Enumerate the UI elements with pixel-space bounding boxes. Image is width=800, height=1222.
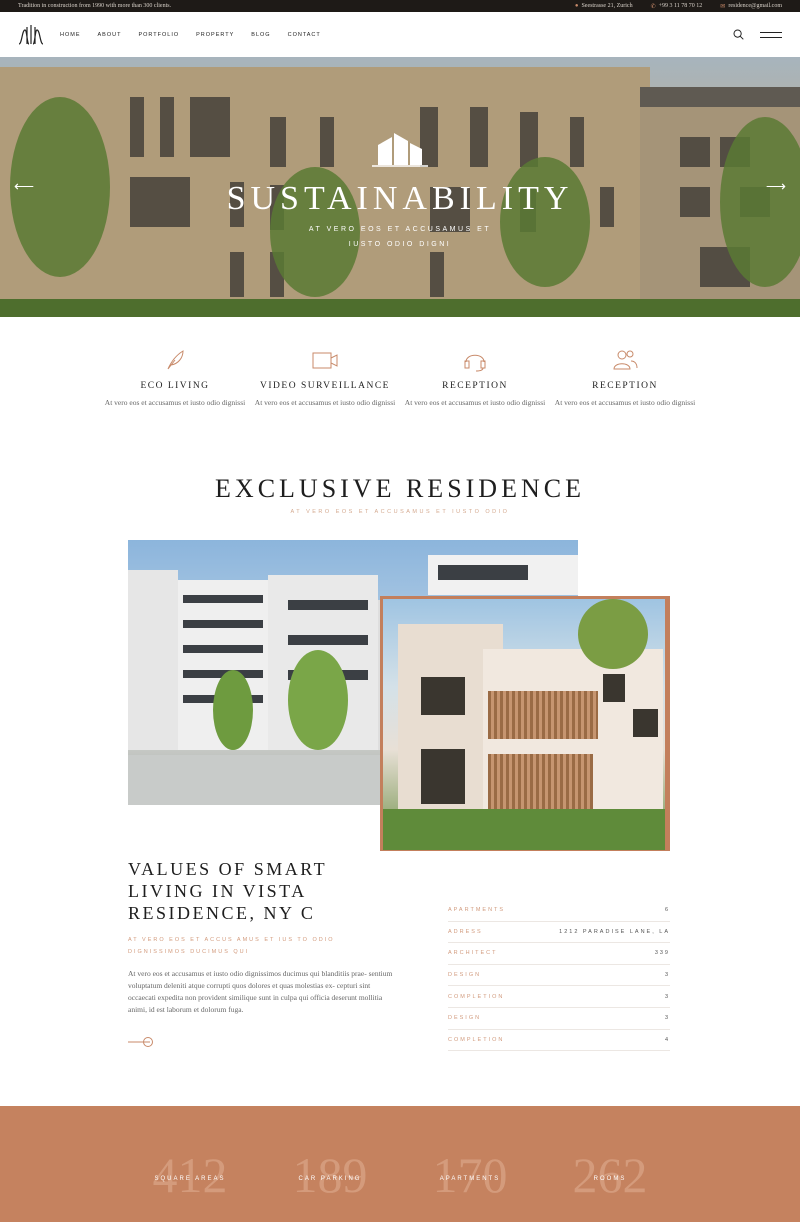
- main-nav: HOME ABOUT PORTFOLIO PROPERTY BLOG CONTA…: [60, 32, 321, 38]
- users-icon: [613, 350, 638, 370]
- feature-item: RECEPTION At vero eos et accusamus et iu…: [400, 345, 550, 408]
- spec-key: COMPLETION: [448, 993, 505, 1000]
- nav-property[interactable]: PROPERTY: [196, 32, 234, 38]
- stat-label: ROOMS: [593, 1176, 627, 1182]
- address-item: ● Seestrasse 21, Zurich: [575, 3, 633, 10]
- stat-label: APARTMENTS: [439, 1176, 501, 1182]
- logo[interactable]: [18, 24, 44, 46]
- nav-contact[interactable]: CONTACT: [288, 32, 321, 38]
- spec-value: 3: [664, 993, 670, 1000]
- stat-number: 189: [292, 1147, 368, 1203]
- spec-value: 6: [664, 907, 670, 914]
- spec-row: ADRESS 1212 PARADISE LANE, LA: [448, 922, 670, 944]
- stat-number: 170: [432, 1147, 508, 1203]
- nav-blog[interactable]: BLOG: [251, 32, 270, 38]
- arrow-right-icon[interactable]: [128, 1036, 154, 1048]
- feature-title: RECEPTION: [442, 381, 508, 391]
- stat-item: 262 ROOMS: [540, 1106, 680, 1222]
- spec-key: ADRESS: [448, 928, 483, 935]
- location-pin-icon: ●: [574, 3, 579, 9]
- spec-key: DESIGN: [448, 972, 482, 979]
- feature-item: VIDEO SURVEILLANCE At vero eos et accusa…: [250, 345, 400, 408]
- phone-text[interactable]: +99 3 11 78 70 12: [659, 3, 703, 9]
- feature-title: VIDEO SURVEILLANCE: [260, 381, 390, 391]
- spec-row: ARCHITECT 339: [448, 943, 670, 965]
- features-row: ECO LIVING At vero eos et accusamus et i…: [0, 345, 800, 408]
- spec-row: DESIGN 3: [448, 965, 670, 987]
- spec-row: APARTMENTS 6: [448, 900, 670, 922]
- hero-subtitle: AT VERO EOS ET ACCUSAMUS ET IUSTO ODIO D…: [0, 222, 800, 252]
- email-item[interactable]: ✉ residence@gmail.com: [720, 3, 782, 10]
- menu-icon[interactable]: [760, 31, 782, 38]
- section-title: EXCLUSIVE RESIDENCE: [215, 474, 585, 503]
- feature-title: RECEPTION: [592, 381, 658, 391]
- building-logo-icon: [372, 133, 428, 167]
- hero-caption: SUSTAINABILITY AT VERO EOS ET ACCUSAMUS …: [0, 129, 800, 252]
- feature-text: At vero eos et accusamus et iusto odio d…: [254, 398, 396, 407]
- feature-title: ECO LIVING: [140, 381, 210, 391]
- stat-number: 262: [572, 1147, 648, 1203]
- hero-subtitle-line1: AT VERO EOS ET ACCUSAMUS ET: [308, 226, 492, 233]
- property-specs: APARTMENTS 6 ADRESS 1212 PARADISE LANE, LA…: [448, 900, 670, 1052]
- spec-value: 1212 PARADISE LANE, LA: [559, 928, 670, 935]
- phone-icon: ✆: [650, 3, 656, 10]
- stat-label: SQUARE AREAS: [154, 1176, 226, 1182]
- spec-value: 3: [664, 1015, 670, 1022]
- stat-item: 189 CAR PARKING: [260, 1106, 400, 1222]
- site-header: HOME ABOUT PORTFOLIO PROPERTY BLOG CONTA…: [0, 12, 800, 57]
- stat-label: CAR PARKING: [298, 1176, 362, 1182]
- spec-value: 339: [654, 950, 670, 957]
- address-text: Seestrasse 21, Zurich: [581, 3, 633, 9]
- top-bar: Tradition in construction from 1990 with…: [0, 0, 800, 12]
- nav-about[interactable]: ABOUT: [98, 32, 122, 38]
- feature-item: ECO LIVING At vero eos et accusamus et i…: [100, 345, 250, 408]
- feature-text: At vero eos et accusamus et iusto odio d…: [404, 398, 546, 407]
- spec-key: COMPLETION: [448, 1036, 505, 1043]
- spec-key: ARCHITECT: [448, 950, 498, 957]
- email-text[interactable]: residence@gmail.com: [728, 3, 782, 9]
- hero-subtitle-line2: IUSTO ODIO DIGNI: [348, 241, 452, 248]
- spec-value: 3: [664, 972, 670, 979]
- spec-key: APARTMENTS: [448, 907, 506, 914]
- camera-icon: [312, 352, 338, 369]
- spec-row: COMPLETION 4: [448, 1030, 670, 1052]
- stat-number: 412: [152, 1147, 228, 1203]
- values-text: At vero eos et accusamus et iusto odio d…: [128, 969, 393, 1014]
- feature-item: RECEPTION At vero eos et accusamus et iu…: [550, 345, 700, 408]
- nav-portfolio[interactable]: PORTFOLIO: [138, 32, 179, 38]
- hero-title: SUSTAINABILITY: [226, 180, 574, 217]
- spec-row: COMPLETION 3: [448, 986, 670, 1008]
- stat-item: 170 APARTMENTS: [400, 1106, 540, 1222]
- spec-key: DESIGN: [448, 1015, 482, 1022]
- nav-home[interactable]: HOME: [60, 32, 81, 38]
- spec-value: 4: [664, 1036, 670, 1043]
- mail-icon: ✉: [720, 3, 726, 10]
- search-icon[interactable]: [733, 29, 744, 40]
- section-subtitle: AT VERO EOS ET ACCUSAMUS ET IUSTO ODIO: [290, 509, 510, 515]
- headset-icon: [464, 354, 486, 372]
- hero-slider: ⟵ ⟶ SUSTAINABILITY AT VERO EOS ET ACCUSA…: [0, 57, 800, 317]
- feature-text: At vero eos et accusamus et iusto odio d…: [104, 398, 246, 407]
- stat-item: 412 SQUARE AREAS: [120, 1106, 260, 1222]
- residence-image-small: [383, 599, 665, 850]
- feature-text: At vero eos et accusamus et iusto odio d…: [554, 398, 696, 407]
- header-actions: [733, 29, 782, 40]
- phone-item[interactable]: ✆ +99 3 11 78 70 12: [651, 3, 703, 10]
- feather-icon: [167, 350, 184, 370]
- values-title: VALUES OF SMART LIVING IN VISTA RESIDENC…: [128, 859, 327, 923]
- contact-info: ● Seestrasse 21, Zurich ✆ +99 3 11 78 70 1…: [575, 3, 782, 10]
- stats-band: 412 SQUARE AREAS 189 CAR PARKING 170 APA…: [0, 1106, 800, 1222]
- spec-row: DESIGN 3: [448, 1008, 670, 1030]
- values-subtitle: AT VERO EOS ET ACCUS AMUS ET IUS TO ODIO…: [128, 937, 335, 955]
- tagline: Tradition in construction from 1990 with…: [18, 3, 172, 9]
